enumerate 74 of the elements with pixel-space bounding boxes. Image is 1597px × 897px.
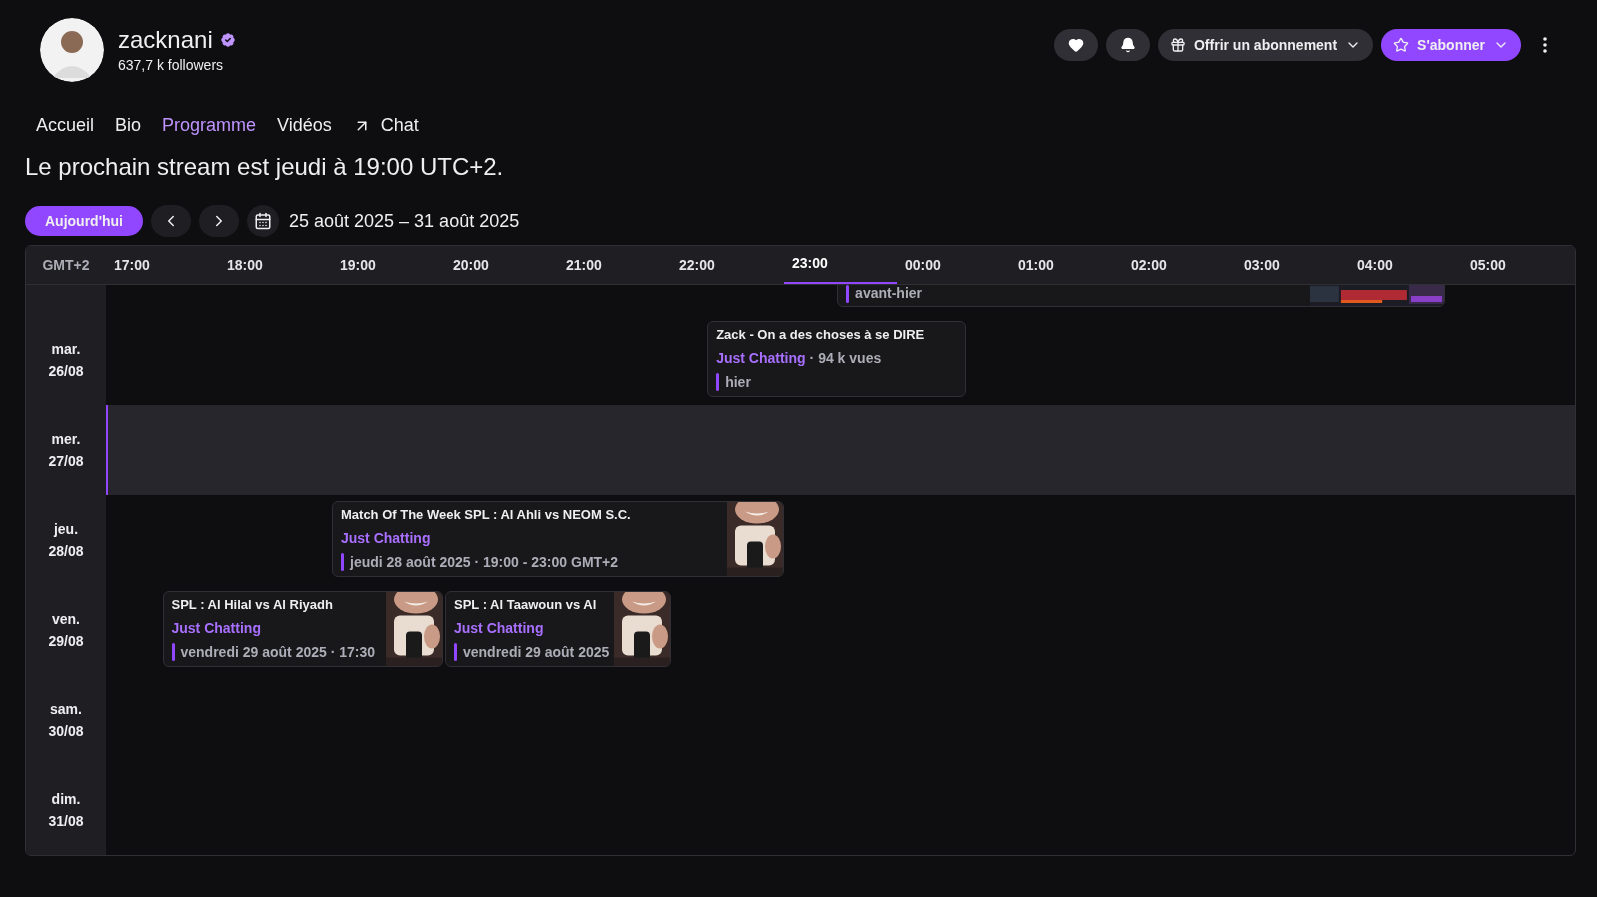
hour-label: 04:00 <box>1356 255 1393 275</box>
date-label: 26/08 <box>48 362 84 381</box>
accent-bar <box>171 643 175 662</box>
event-card[interactable]: avant-hier <box>837 285 1446 307</box>
hour-label: 23:00 <box>791 254 828 273</box>
event-date: avant-hier <box>855 285 923 303</box>
hour-label: 17:00 <box>113 255 150 275</box>
accent-bar <box>716 373 720 392</box>
notifications-button[interactable] <box>1105 29 1150 61</box>
date-label: 31/08 <box>48 812 84 831</box>
hour-label: 02:00 <box>1130 255 1167 275</box>
heart-icon <box>1067 37 1084 53</box>
event-title: Zack - On a des choses à se DIRE <box>716 326 926 345</box>
weekday-label: mer. <box>51 430 81 449</box>
category-link[interactable]: Just Chatting <box>341 527 431 549</box>
event-date: vendredi 29 août 2025 · 17:30 <box>180 642 376 662</box>
category-link[interactable]: Just Chatting <box>454 617 544 639</box>
nav-tab[interactable]: Vidéos <box>277 112 332 139</box>
event-title: Match Of The Week SPL : Al Ahli vs NEOM S.C. <box>341 506 632 525</box>
nav-tab[interactable]: Chat <box>352 112 419 139</box>
event-title: SPL : Al Taawoun vs Al <box>454 596 598 615</box>
gift-subscription-button[interactable]: Offrir un abonnement <box>1157 29 1374 61</box>
date-label: 30/08 <box>48 722 84 741</box>
calendar-icon <box>254 212 272 230</box>
hour-label: 19:00 <box>339 255 376 275</box>
more-icon <box>1543 37 1547 53</box>
gift-icon <box>1169 37 1186 53</box>
avatar <box>40 18 104 82</box>
hour-label: 21:00 <box>565 255 602 275</box>
next-stream-text: Le prochain stream est jeudi à 19:00 UTC+2. <box>24 152 505 182</box>
timezone-label: GMT+2 <box>42 255 90 275</box>
hour-label: 22:00 <box>678 255 715 275</box>
event-card[interactable]: Match Of The Week SPL : Al Ahli vs NEOM S.C. Just Chatting jeudi 28 août 2025 · 19:00 - 23:00 GMT+2 <box>332 501 784 577</box>
event-card[interactable]: SPL : Al Taawoun vs Al Just Chatting vendredi 29 août 2025 <box>445 591 671 667</box>
date-label: 28/08 <box>48 542 84 561</box>
weekday-label: ven. <box>52 610 80 629</box>
follow-button[interactable] <box>1053 29 1098 61</box>
weekday-label: mar. <box>51 340 81 359</box>
bell-icon <box>1119 37 1136 53</box>
category-link[interactable]: Just Chatting <box>716 347 806 369</box>
hour-label: 00:00 <box>904 255 941 275</box>
follower-count: 637,7 k followers <box>118 55 225 75</box>
hour-label: 18:00 <box>226 255 263 275</box>
star-icon <box>1393 37 1410 53</box>
event-date: vendredi 29 août 2025 <box>463 642 610 662</box>
date-range: 25 août 2025 – 31 août 2025 <box>289 209 520 233</box>
today-button[interactable]: Aujourd'hui <box>25 206 143 236</box>
weekday-label: sam. <box>50 700 82 719</box>
hour-label: 01:00 <box>1017 255 1054 275</box>
date-label: 29/08 <box>48 632 84 651</box>
weekday-label: dim. <box>51 790 81 809</box>
event-date: hier <box>725 372 751 392</box>
event-card[interactable]: SPL : Al Hilal vs Al Riyadh Just Chatting vendredi 29 août 2025 · 17:30 <box>162 591 443 667</box>
nav-tab[interactable]: Programme <box>162 112 257 139</box>
calendar-button[interactable] <box>247 205 279 237</box>
accent-bar <box>454 643 457 662</box>
event-title: SPL : Al Hilal vs Al Riyadh <box>171 596 334 615</box>
view-count: · 94 k vues <box>809 348 882 368</box>
previous-week-button[interactable] <box>151 205 191 237</box>
category-link[interactable]: Just Chatting <box>171 617 261 639</box>
accent-bar <box>341 553 344 572</box>
hour-label: 05:00 <box>1469 255 1506 275</box>
event-card[interactable]: Zack - On a des choses à se DIRE Just Chatting · 94 k vues hier <box>707 321 966 397</box>
date-label: 27/08 <box>48 452 84 471</box>
next-week-button[interactable] <box>199 205 239 237</box>
event-date: jeudi 28 août 2025 · 19:00 - 23:00 GMT+2 <box>350 552 619 572</box>
accent-bar <box>846 285 850 303</box>
nav-tab[interactable]: Accueil <box>36 112 95 139</box>
weekday-label: jeu. <box>53 520 79 539</box>
hour-label: 03:00 <box>1243 255 1280 275</box>
subscribe-button[interactable]: S'abonner <box>1381 29 1521 61</box>
hour-label: 20:00 <box>452 255 489 275</box>
nav-tab[interactable]: Bio <box>115 112 142 139</box>
channel-name: zacknani <box>118 24 213 55</box>
